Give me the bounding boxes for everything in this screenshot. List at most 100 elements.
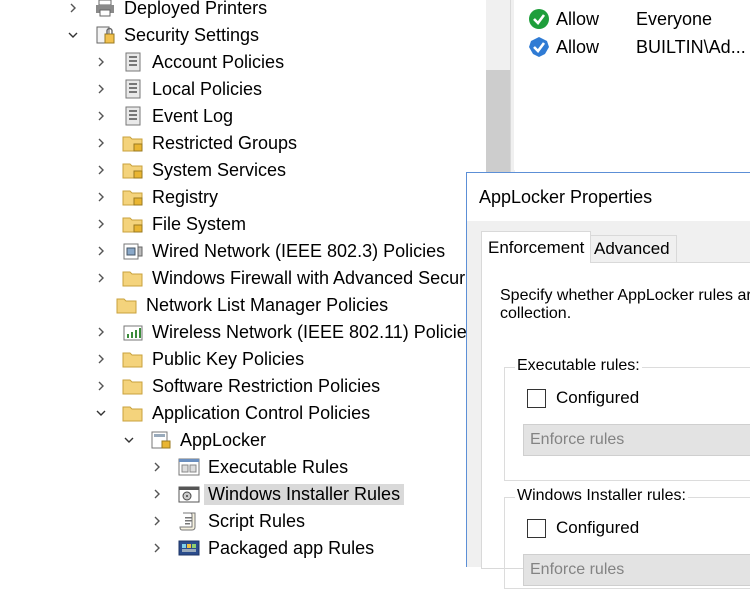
folder-icon <box>122 349 144 369</box>
tree-item-packaged-app-rules[interactable]: Packaged app Rules <box>150 535 374 561</box>
tree-item-executable-rules[interactable]: Executable Rules <box>150 454 348 480</box>
tree-item-label: Executable Rules <box>208 456 349 477</box>
executable-configured-checkbox[interactable]: Configured <box>527 388 639 408</box>
locked-folder-icon <box>122 133 144 153</box>
tree-item-label: Wireless Network (IEEE 802.11) Policies <box>152 321 476 342</box>
tree-item-software-restriction[interactable]: Software Restriction Policies <box>94 373 380 399</box>
folder-icon <box>122 403 144 423</box>
tree-item-applocker[interactable]: AppLocker <box>122 427 266 453</box>
tree-item-label: Network List Manager Policies <box>146 294 389 315</box>
folder-icon <box>122 268 144 288</box>
executable-enforcement-select[interactable]: Enforce rules <box>523 424 750 456</box>
tree-item-restricted-groups[interactable]: Restricted Groups <box>94 130 297 156</box>
chevron-right-icon[interactable] <box>150 487 164 501</box>
tree-item-deployed-printers[interactable]: Deployed Printers <box>66 0 267 21</box>
chevron-down-icon[interactable] <box>66 28 80 42</box>
wireless-network-icon <box>122 322 144 342</box>
tree-item-label: Packaged app Rules <box>208 537 375 558</box>
policy-folder-icon <box>122 106 144 126</box>
tab-advanced[interactable]: Advanced <box>587 235 677 262</box>
chevron-down-icon[interactable] <box>122 433 136 447</box>
chevron-right-icon[interactable] <box>66 1 80 15</box>
permission-user: BUILTIN\Ad... <box>636 36 746 57</box>
tree-item-security-settings[interactable]: Security Settings <box>66 22 259 48</box>
tree-item-event-log[interactable]: Event Log <box>94 103 233 129</box>
tree-item-file-system[interactable]: File System <box>94 211 246 237</box>
chevron-down-icon[interactable] <box>94 406 108 420</box>
group-legend: Windows Installer rules: <box>515 487 688 505</box>
tree-item-label: AppLocker <box>180 429 267 450</box>
chevron-right-icon[interactable] <box>150 460 164 474</box>
tree-item-label: Deployed Printers <box>124 0 268 18</box>
chevron-right-icon[interactable] <box>94 109 108 123</box>
chevron-right-icon[interactable] <box>94 217 108 231</box>
executable-rules-icon <box>178 457 200 477</box>
tree-item-network-list-manager[interactable]: Network List Manager Policies <box>116 292 389 318</box>
tree-item-system-services[interactable]: System Services <box>94 157 286 183</box>
checkbox-label: Configured <box>556 388 640 407</box>
folder-icon <box>116 295 138 315</box>
windows-installer-rules-group: Windows Installer rules: Configured Enfo… <box>504 487 750 589</box>
tree-item-label: Public Key Policies <box>152 348 305 369</box>
chevron-right-icon[interactable] <box>94 244 108 258</box>
chevron-right-icon[interactable] <box>150 541 164 555</box>
tree-item-label: Script Rules <box>208 510 306 531</box>
description-text: Specify whether AppLocker rules ar colle… <box>500 287 750 323</box>
chevron-right-icon[interactable] <box>94 325 108 339</box>
chevron-right-icon[interactable] <box>94 82 108 96</box>
list-item[interactable]: Allow Everyone <box>528 6 712 32</box>
installer-configured-checkbox[interactable]: Configured <box>527 518 639 538</box>
chevron-right-icon[interactable] <box>94 271 108 285</box>
tree-item-application-control[interactable]: Application Control Policies <box>94 400 370 426</box>
policy-folder-icon <box>122 52 144 72</box>
chevron-right-icon[interactable] <box>94 136 108 150</box>
tree-item-label: File System <box>152 213 247 234</box>
tree-item-label: Wired Network (IEEE 802.3) Policies <box>152 240 446 261</box>
tree-item-label: Windows Installer Rules <box>204 483 405 505</box>
tree-item-wired-network[interactable]: Wired Network (IEEE 802.3) Policies <box>94 238 445 264</box>
tree-item-wireless-network[interactable]: Wireless Network (IEEE 802.11) Policies <box>94 319 476 345</box>
tree-item-label: Application Control Policies <box>152 402 371 423</box>
tree-item-local-policies[interactable]: Local Policies <box>94 76 262 102</box>
checkbox-label: Configured <box>556 518 640 537</box>
chevron-right-icon[interactable] <box>94 163 108 177</box>
tree-item-label: System Services <box>152 159 287 180</box>
tree-item-label: Local Policies <box>152 78 263 99</box>
chevron-right-icon[interactable] <box>150 514 164 528</box>
chevron-right-icon[interactable] <box>94 352 108 366</box>
permission-user: Everyone <box>636 8 713 29</box>
tree-item-windows-installer-rules[interactable]: Windows Installer Rules <box>150 481 405 507</box>
packaged-app-rules-icon <box>178 538 200 558</box>
group-legend: Executable rules: <box>515 357 642 375</box>
permissions-list: Allow Everyone Allow BUILTIN\Ad... <box>514 0 750 170</box>
wired-network-icon <box>122 241 144 261</box>
tree-item-label: Registry <box>152 186 219 207</box>
printer-icon <box>94 0 116 18</box>
dialog-title-bar[interactable]: AppLocker Properties <box>467 173 750 221</box>
tree-item-registry[interactable]: Registry <box>94 184 218 210</box>
tree-item-script-rules[interactable]: Script Rules <box>150 508 305 534</box>
tree-item-public-key-policies[interactable]: Public Key Policies <box>94 346 304 372</box>
policy-folder-icon <box>122 79 144 99</box>
tree-item-account-policies[interactable]: Account Policies <box>94 49 284 75</box>
console-tree: Deployed Printers Security Settings Acco… <box>0 0 486 566</box>
chevron-right-icon[interactable] <box>94 379 108 393</box>
permission-action: Allow <box>556 36 600 57</box>
checkbox-box[interactable] <box>527 388 546 408</box>
permission-action: Allow <box>556 8 600 29</box>
installer-enforcement-select[interactable]: Enforce rules <box>523 554 750 586</box>
folder-icon <box>122 376 144 396</box>
tree-item-label: Security Settings <box>124 24 260 45</box>
tree-item-label: Account Policies <box>152 51 285 72</box>
checkbox-box[interactable] <box>527 518 546 538</box>
chevron-right-icon[interactable] <box>94 55 108 69</box>
enforcement-panel: Specify whether AppLocker rules ar colle… <box>481 262 750 589</box>
tab-enforcement[interactable]: Enforcement <box>481 231 592 263</box>
list-item[interactable]: Allow BUILTIN\Ad... <box>528 34 746 60</box>
tree-item-label: Windows Firewall with Advanced Securit <box>152 267 475 288</box>
allow-check-icon <box>529 9 549 29</box>
installer-rules-icon <box>178 484 200 504</box>
chevron-right-icon[interactable] <box>94 190 108 204</box>
dialog-title: AppLocker Properties <box>479 187 653 207</box>
tree-item-windows-firewall[interactable]: Windows Firewall with Advanced Securit <box>94 265 474 291</box>
